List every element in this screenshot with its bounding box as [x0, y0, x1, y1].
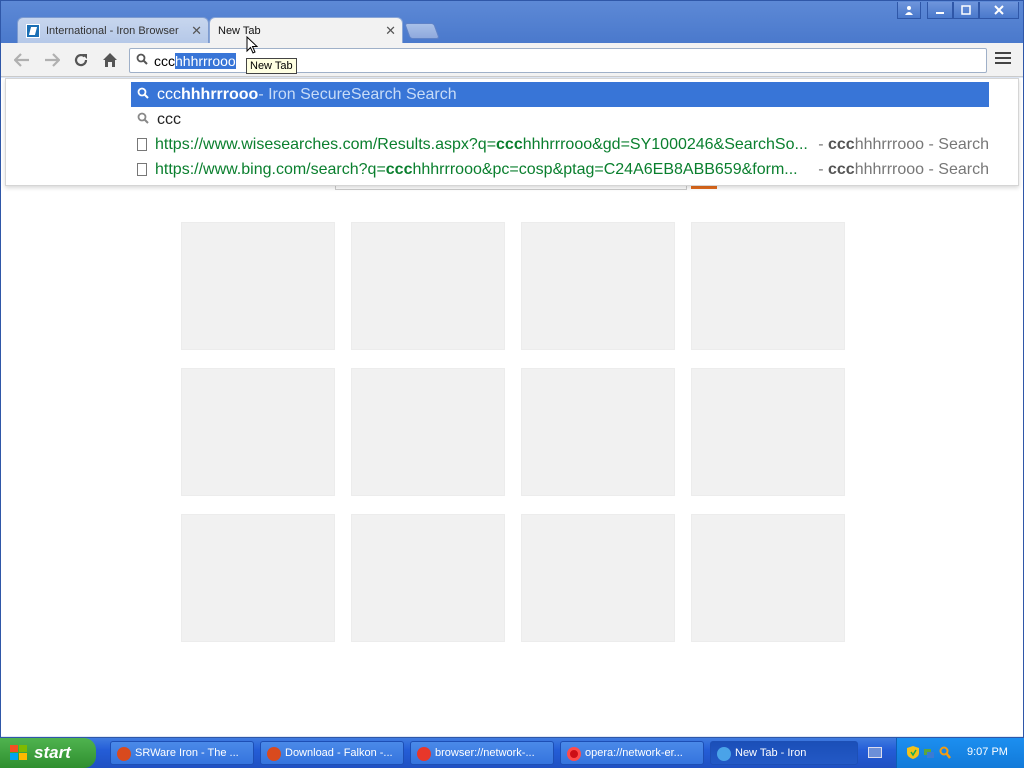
close-icon[interactable]: ✕	[385, 23, 396, 39]
omnibox-typed-text: ccc	[154, 53, 175, 69]
srware-icon	[267, 747, 281, 761]
most-visited-tile[interactable]	[351, 514, 505, 642]
suggestion-desc: - Iron SecureSearch Search	[258, 85, 457, 103]
browser-window: International - Iron Browser ✕ New Tab ✕	[0, 0, 1024, 738]
suggestion-desc: - ccchhhrrrooo - Search	[818, 160, 989, 178]
most-visited-tile[interactable]	[181, 368, 335, 496]
shield-icon[interactable]	[907, 746, 919, 759]
most-visited-tile[interactable]	[351, 222, 505, 350]
taskbar-item-yandex[interactable]: browser://network-...	[410, 741, 554, 765]
forward-button[interactable]	[41, 50, 63, 70]
toolbar: ccchhhrrrooo	[1, 43, 1023, 77]
tab-international[interactable]: International - Iron Browser ✕	[17, 17, 209, 43]
most-visited-tile[interactable]	[351, 368, 505, 496]
menu-icon[interactable]	[995, 52, 1011, 66]
windows-logo-icon	[10, 745, 28, 761]
taskbar: start SRWare Iron - The ... Download - F…	[0, 738, 1024, 768]
start-button[interactable]: start	[0, 738, 96, 768]
search-tray-icon[interactable]	[939, 746, 951, 759]
most-visited-tile[interactable]	[691, 368, 845, 496]
clock: 9:07 PM	[967, 746, 1008, 758]
most-visited-tile[interactable]	[521, 514, 675, 642]
close-icon[interactable]: ✕	[191, 23, 202, 39]
most-visited-tile[interactable]	[691, 514, 845, 642]
iron-icon	[717, 747, 731, 761]
suggestion-query-typed: ccc	[157, 85, 181, 103]
suggestion-query: ccc	[157, 110, 181, 128]
omnibox-suggestions: ccc hhhrrrooo - Iron SecureSearch Search …	[5, 78, 1019, 186]
suggestion-url-wisesearches[interactable]: https://www.wisesearches.com/Results.asp…	[131, 132, 989, 157]
most-visited-tile[interactable]	[521, 368, 675, 496]
page-icon	[137, 163, 147, 176]
maximize-button[interactable]	[953, 2, 979, 19]
suggestion-search-ccc[interactable]: ccc	[131, 107, 989, 132]
new-tab-button[interactable]	[404, 23, 440, 39]
tooltip: New Tab	[246, 58, 297, 74]
most-visited-tile[interactable]	[691, 222, 845, 350]
tab-strip: International - Iron Browser ✕ New Tab ✕	[1, 1, 1023, 43]
taskbar-item-falkon[interactable]: Download - Falkon -...	[260, 741, 404, 765]
omnibox-autocomplete-selection: hhhrrrooo	[175, 53, 236, 69]
back-button[interactable]	[11, 50, 33, 70]
search-icon	[137, 112, 157, 127]
most-visited-tile[interactable]	[181, 222, 335, 350]
suggestion-search-iron[interactable]: ccc hhhrrrooo - Iron SecureSearch Search	[131, 82, 989, 107]
iron-favicon-icon	[26, 24, 40, 38]
suggestion-url: https://www.wisesearches.com/Results.asp…	[155, 135, 808, 153]
user-icon[interactable]	[897, 2, 921, 19]
search-icon	[137, 87, 157, 102]
tab-new-tab[interactable]: New Tab ✕	[209, 17, 403, 43]
suggestion-query-rest: hhhrrrooo	[181, 85, 259, 103]
search-icon	[136, 53, 148, 68]
taskbar-item-opera[interactable]: opera://network-er...	[560, 741, 704, 765]
suggestion-url: https://www.bing.com/search?q=ccchhhrrro…	[155, 160, 798, 178]
most-visited-tile[interactable]	[181, 514, 335, 642]
suggestion-url-bing[interactable]: https://www.bing.com/search?q=ccchhhrrro…	[131, 157, 989, 182]
network-icon[interactable]	[923, 746, 935, 759]
omnibox-text[interactable]: ccchhhrrrooo	[154, 53, 236, 69]
keyboard-icon[interactable]	[868, 747, 882, 758]
tab-title: International - Iron Browser	[46, 24, 179, 37]
taskbar-item-iron[interactable]: New Tab - Iron	[710, 741, 858, 765]
suggestion-desc: - ccchhhrrrooo - Search	[818, 135, 989, 153]
srware-icon	[117, 747, 131, 761]
start-label: start	[34, 743, 71, 762]
most-visited-tile[interactable]	[521, 222, 675, 350]
home-button[interactable]	[99, 50, 121, 70]
minimize-button[interactable]	[927, 2, 953, 19]
page-icon	[137, 138, 147, 151]
opera-icon	[567, 747, 581, 761]
system-tray: 9:07 PM	[896, 738, 1024, 768]
reload-button[interactable]	[70, 50, 92, 70]
tab-title: New Tab	[218, 24, 261, 37]
yandex-icon	[417, 747, 431, 761]
taskbar-item-srware[interactable]: SRWare Iron - The ...	[110, 741, 254, 765]
close-window-button[interactable]	[979, 2, 1019, 19]
